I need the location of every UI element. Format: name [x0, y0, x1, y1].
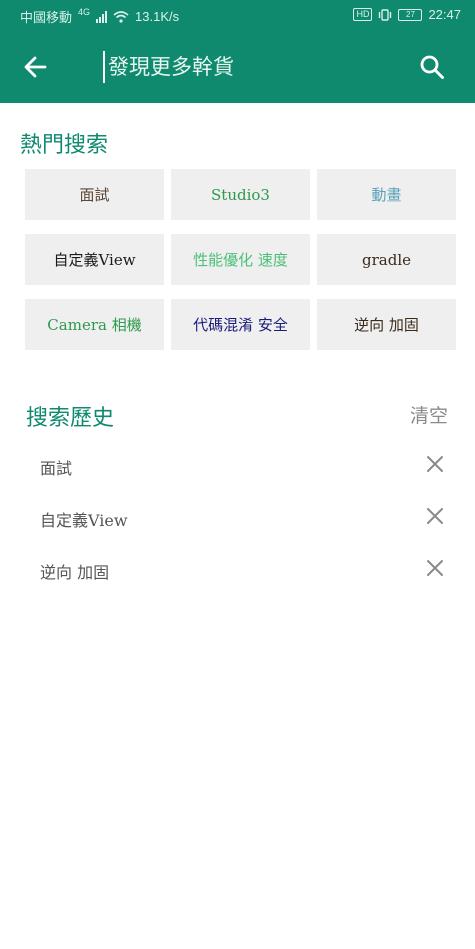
hot-tag[interactable]: gradle: [317, 234, 456, 285]
history-item-label: 逆向 加固: [40, 563, 110, 582]
clear-history-button[interactable]: 清空: [410, 401, 448, 428]
battery-icon: 27: [398, 8, 423, 21]
hot-tag[interactable]: 逆向 加固: [317, 299, 456, 350]
network-type: 4G: [78, 6, 91, 17]
toolbar: [0, 30, 475, 103]
history-item[interactable]: 逆向 加固: [0, 545, 475, 597]
search-icon[interactable]: [419, 54, 445, 80]
vibrate-icon: [379, 8, 392, 21]
battery-level: 27: [406, 9, 415, 19]
hot-tag[interactable]: Studio3: [171, 169, 310, 220]
hot-tag[interactable]: 面試: [25, 169, 164, 220]
hot-tag[interactable]: 代碼混淆 安全: [171, 299, 310, 350]
history-title: 搜索歷史: [26, 406, 115, 431]
close-icon[interactable]: [426, 507, 444, 525]
hot-tag[interactable]: Camera 相機: [25, 299, 164, 350]
wifi-icon: [113, 10, 129, 23]
hot-tag[interactable]: 自定義View: [25, 234, 164, 285]
hd-badge: HD: [353, 8, 373, 21]
history-item-label: 面試: [40, 459, 73, 478]
search-input[interactable]: [108, 52, 388, 82]
history-item[interactable]: 面試: [0, 441, 475, 493]
hot-search-title: 熱門搜索: [20, 133, 109, 158]
status-bar: 中國移動 4G 13.1K/s HD 27 22:47: [0, 0, 475, 30]
network-speed: 13.1K/s: [135, 9, 180, 24]
text-cursor: [103, 51, 105, 83]
hot-search-grid: 面試 Studio3 動畫 自定義View 性能優化 速度 gradle Cam…: [25, 169, 456, 350]
clock: 22:47: [428, 7, 461, 22]
history-item-label: 自定義View: [40, 511, 128, 530]
carrier-label: 中國移動: [20, 10, 73, 25]
close-icon[interactable]: [426, 559, 444, 577]
signal-icon: [96, 10, 108, 23]
arrow-left-icon[interactable]: [22, 54, 48, 80]
history-item[interactable]: 自定義View: [0, 493, 475, 545]
close-icon[interactable]: [426, 455, 444, 473]
hot-tag[interactable]: 性能優化 速度: [171, 234, 310, 285]
app-bar: 中國移動 4G 13.1K/s HD 27 22:47: [0, 0, 475, 103]
hot-tag[interactable]: 動畫: [317, 169, 456, 220]
